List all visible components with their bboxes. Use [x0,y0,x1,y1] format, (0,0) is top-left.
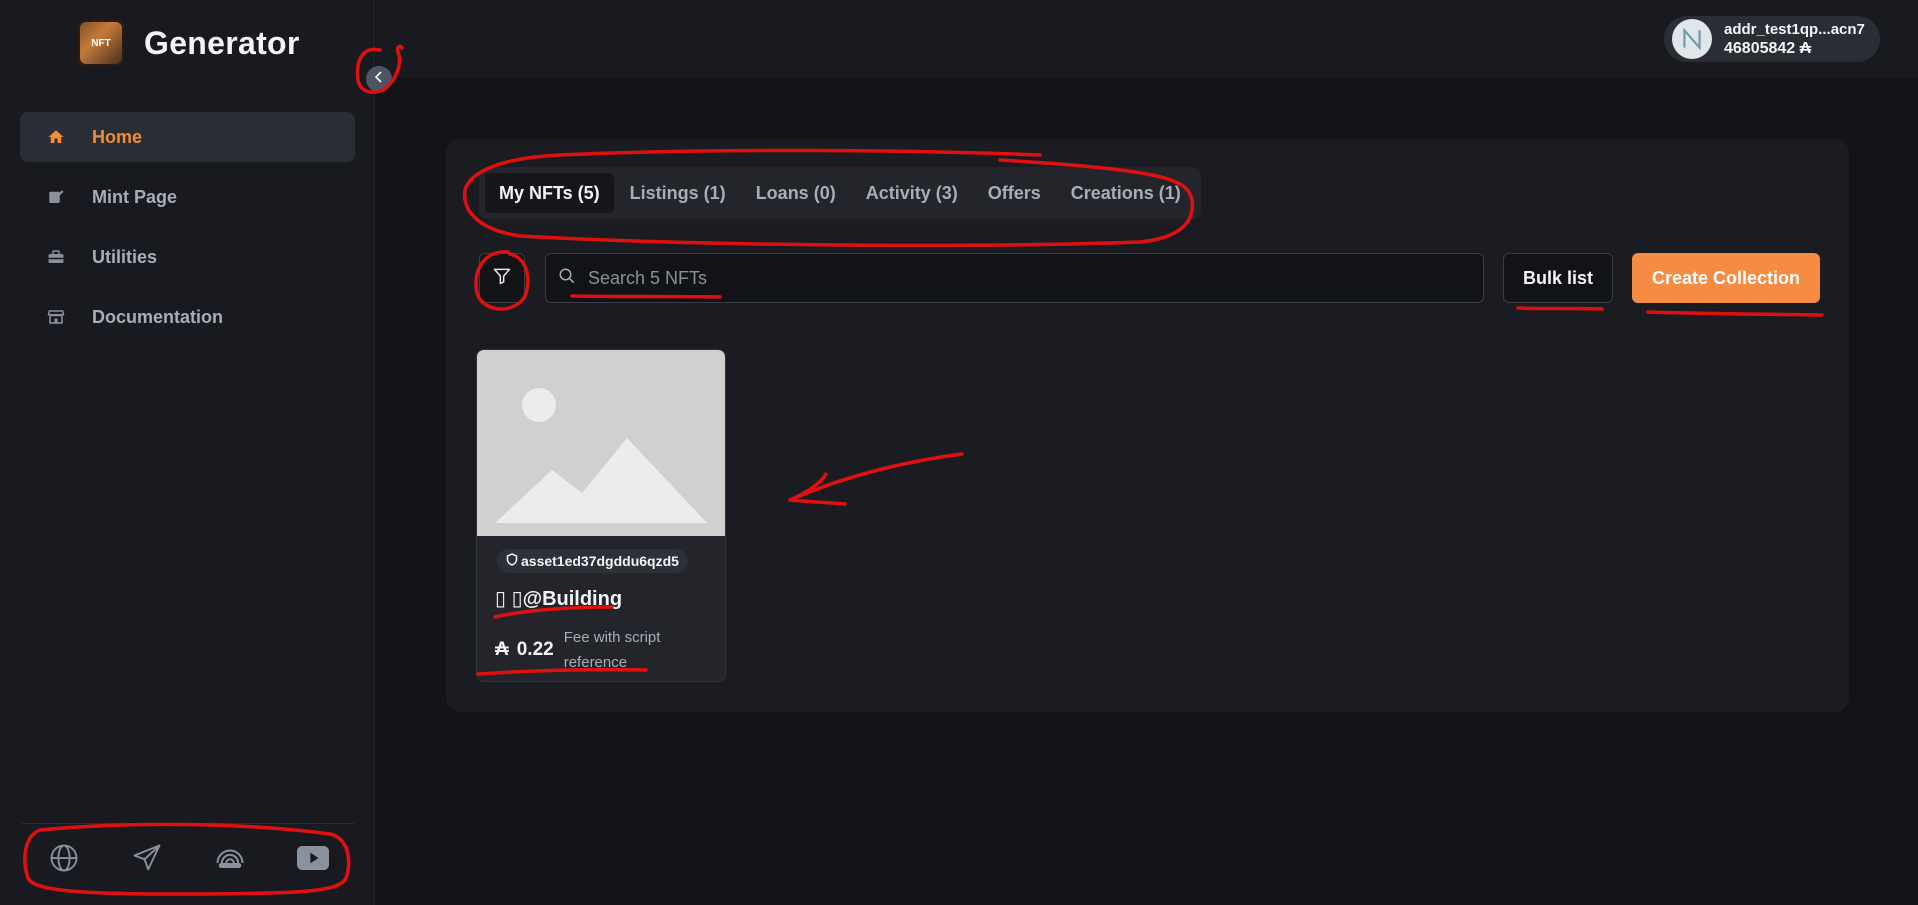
create-collection-button[interactable]: Create Collection [1632,253,1820,303]
app-title: Generator [144,24,300,61]
globe-icon[interactable] [44,838,84,878]
asset-id-badge[interactable]: asset1ed37dgddu6qzd5 [497,549,688,573]
top-bar: addr_test1qp...acn7 46805842 ₳ [376,0,1918,78]
edit-icon [46,187,66,207]
wallet-info: addr_test1qp...acn7 46805842 ₳ [1724,20,1865,58]
asset-id: asset1ed37dgddu6qzd5 [521,553,679,569]
tab-activity[interactable]: Activity (3) [852,173,972,213]
tab-creations[interactable]: Creations (1) [1057,173,1195,213]
sidebar-divider [22,823,354,824]
nft-price: ₳ 0.22 [495,639,554,661]
store-icon [46,307,66,327]
wallet-address: addr_test1qp...acn7 [1724,21,1865,38]
wallet-button[interactable]: addr_test1qp...acn7 46805842 ₳ [1664,16,1880,62]
app-root: NFT Generator Home Mint Page Utilities D… [0,0,1918,905]
nft-image-placeholder [477,350,725,536]
tab-offers[interactable]: Offers [974,173,1055,213]
brand-logo: NFT [78,20,124,66]
tab-loans[interactable]: Loans (0) [742,173,850,213]
chevron-left-icon [374,70,384,88]
main-panel: My NFTs (5) Listings (1) Loans (0) Activ… [446,139,1849,712]
search-box [545,253,1484,303]
nft-price-value: 0.22 [516,639,554,660]
nft-card[interactable]: asset1ed37dgddu6qzd5 ▯ ▯@Building ₳ 0.22… [476,349,726,682]
rainbow-icon[interactable] [210,838,250,878]
telegram-icon[interactable] [127,838,167,878]
tab-my-nfts[interactable]: My NFTs (5) [485,173,614,213]
brand[interactable]: NFT Generator [78,20,300,66]
search-icon [558,267,576,290]
nft-price-row: ₳ 0.22 Fee with script reference [495,625,684,675]
nft-name: ▯ ▯@Building [495,588,623,610]
wallet-balance: 46805842 ₳ [1724,40,1812,57]
youtube-icon[interactable] [293,838,333,878]
collapse-sidebar-button[interactable] [366,66,392,92]
sidebar-item-label: Home [92,126,143,147]
sidebar-item-label: Documentation [92,306,224,327]
sidebar: NFT Generator Home Mint Page Utilities D… [0,0,375,905]
search-input[interactable] [588,267,1468,289]
tab-listings[interactable]: Listings (1) [616,173,740,213]
social-links [22,838,354,878]
ada-symbol: ₳ [495,639,509,660]
sidebar-item-utilities[interactable]: Utilities [20,232,355,282]
home-icon [46,127,66,147]
sidebar-item-mint-page[interactable]: Mint Page [20,172,355,222]
nft-tabs: My NFTs (5) Listings (1) Loans (0) Activ… [479,167,1201,219]
shield-icon [506,553,518,569]
filter-button[interactable] [479,253,525,303]
toolbox-icon [46,247,66,267]
sidebar-item-home[interactable]: Home [20,112,355,162]
sidebar-item-label: Mint Page [92,186,178,207]
sidebar-nav: Home Mint Page Utilities Documentation [20,112,355,352]
filter-icon [492,266,512,291]
bulk-list-button[interactable]: Bulk list [1503,253,1613,303]
brand-logo-text: NFT [91,37,111,49]
wallet-avatar [1672,19,1712,59]
sidebar-item-documentation[interactable]: Documentation [20,292,355,342]
nft-fee-note: Fee with script reference [563,629,661,671]
sidebar-item-label: Utilities [92,246,158,267]
